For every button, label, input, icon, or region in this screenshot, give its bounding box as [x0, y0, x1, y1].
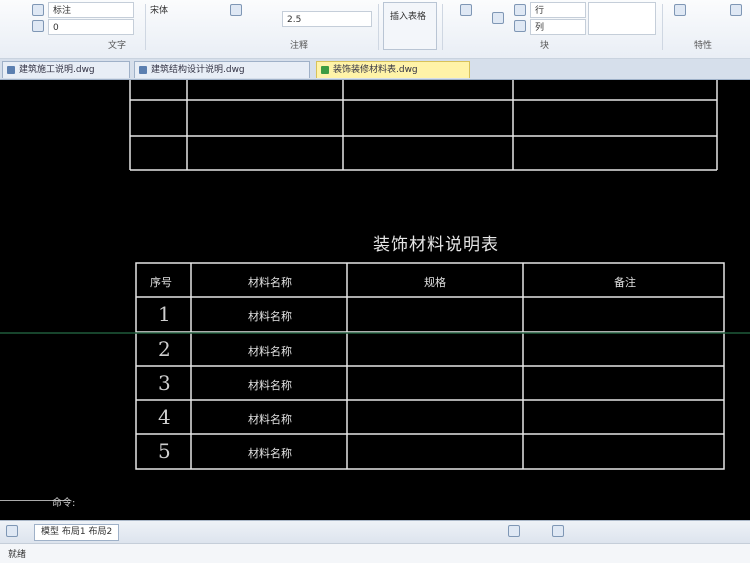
multiline-text-icon[interactable] — [32, 20, 44, 32]
row-number: 5 — [158, 439, 171, 463]
ribbon-separator — [662, 4, 663, 50]
group-label-annotation: 注释 — [290, 41, 309, 51]
tab-label: 建筑结构设计说明.dwg — [151, 65, 245, 75]
annotation-font-label[interactable]: 宋体 — [150, 4, 168, 18]
header-name: 材料名称 — [248, 276, 292, 289]
main-table-lines — [135, 262, 725, 470]
text-style-field[interactable]: 标注 — [48, 2, 134, 18]
row-number: 3 — [158, 371, 171, 395]
row-material-name: 材料名称 — [248, 379, 292, 392]
layout-statusbar: 模型 布局1 布局2 — [0, 520, 750, 543]
properties-icon[interactable] — [674, 4, 686, 16]
table-title: 装饰材料说明表 — [373, 235, 499, 255]
block-properties-field[interactable] — [588, 2, 656, 35]
group-label-text: 文字 — [108, 41, 127, 51]
group-label-block: 块 — [540, 41, 550, 51]
row-number: 2 — [158, 337, 171, 361]
ribbon-separator — [378, 4, 379, 50]
row-material-name: 材料名称 — [248, 345, 292, 358]
block-edit-icon[interactable] — [492, 12, 504, 24]
dimension-icon[interactable] — [230, 4, 242, 16]
row-material-name: 材料名称 — [248, 447, 292, 460]
tab-label: 建筑施工说明.dwg — [19, 65, 95, 75]
header-index: 序号 — [150, 276, 172, 289]
nav-arrow-icon[interactable] — [6, 525, 18, 537]
tab-document-2[interactable]: 建筑结构设计说明.dwg — [134, 61, 310, 78]
block-insert-icon[interactable] — [460, 4, 472, 16]
drawing-file-icon — [7, 66, 15, 74]
tab-document-3[interactable]: 装饰装修材料表.dwg — [316, 61, 470, 78]
ribbon: 标注 0 文字 宋体 2.5 注释 插入表格 行 列 块 特性 — [0, 0, 750, 59]
row-material-name: 材料名称 — [248, 413, 292, 426]
column-icon[interactable] — [514, 20, 526, 32]
tab-label: 装饰装修材料表.dwg — [333, 65, 418, 75]
ribbon-separator — [145, 4, 146, 50]
column-field[interactable]: 列 — [530, 19, 586, 35]
row-number: 1 — [158, 302, 171, 326]
bottom-bar: 就绪 — [0, 543, 750, 563]
drawing-file-icon — [139, 66, 147, 74]
tab-document-1[interactable]: 建筑施工说明.dwg — [2, 61, 130, 78]
cad-drawing — [0, 80, 750, 470]
status-text: 就绪 — [8, 550, 27, 560]
document-tabbar: 建筑施工说明.dwg 建筑结构设计说明.dwg 装饰装修材料表.dwg — [0, 59, 750, 80]
dimension-size-field[interactable]: 2.5 — [282, 11, 372, 27]
upper-table-lines — [129, 80, 718, 171]
insert-table-label: 插入表格 — [390, 12, 427, 22]
drawing-file-icon — [321, 66, 329, 74]
header-spec: 规格 — [424, 276, 446, 289]
ribbon-separator — [442, 4, 443, 50]
row-number: 4 — [158, 405, 171, 429]
row-field[interactable]: 行 — [530, 2, 586, 18]
grid-icon[interactable] — [552, 525, 564, 537]
match-properties-icon[interactable] — [730, 4, 742, 16]
header-remark: 备注 — [614, 276, 636, 289]
command-prompt[interactable]: 命令: — [52, 494, 75, 509]
text-layer-field[interactable]: 0 — [48, 19, 134, 35]
drawing-canvas[interactable]: 装饰材料说明表 序号 材料名称 规格 备注 1 材料名称 2 材料名称 3 材料… — [0, 80, 750, 520]
row-icon[interactable] — [514, 4, 526, 16]
snap-icon[interactable] — [508, 525, 520, 537]
group-label-properties: 特性 — [694, 41, 713, 51]
row-material-name: 材料名称 — [248, 310, 292, 323]
layout-tabs[interactable]: 模型 布局1 布局2 — [34, 524, 120, 541]
text-style-icon[interactable] — [32, 4, 44, 16]
insert-table-button[interactable]: 插入表格 — [383, 2, 437, 50]
